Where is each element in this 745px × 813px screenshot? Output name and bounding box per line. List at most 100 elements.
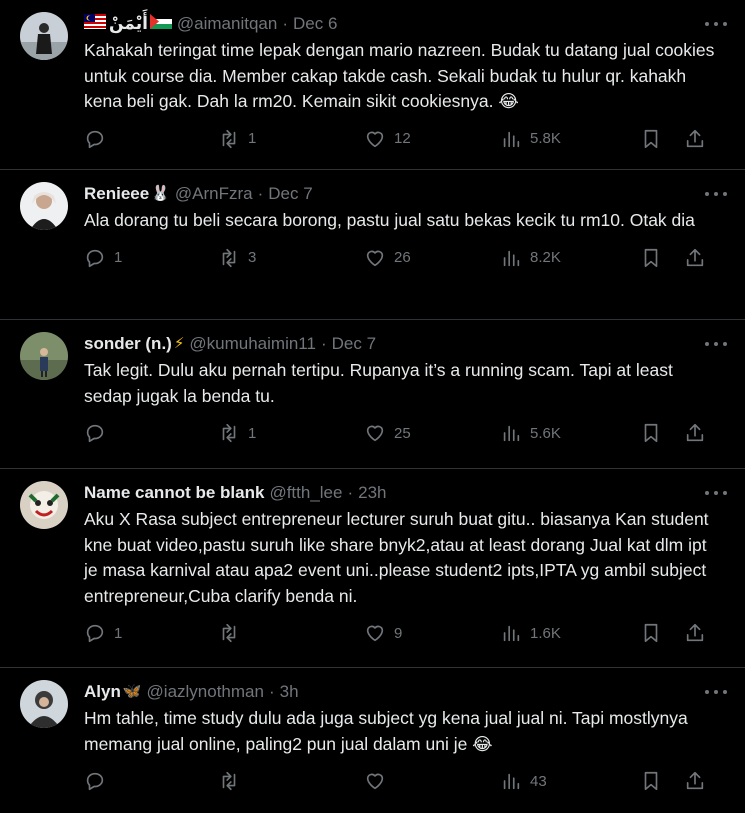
share-button[interactable] [684, 621, 708, 645]
retweet-icon [222, 771, 236, 791]
reply-button[interactable]: 1 [84, 621, 218, 645]
views-button[interactable]: 8.2K [500, 246, 640, 270]
tweet-header: Renieee 🐰 @ArnFzra · Dec 7 [84, 182, 729, 206]
views-button[interactable]: 43 [500, 769, 640, 793]
more-icon[interactable] [705, 684, 727, 700]
like-button[interactable]: 26 [364, 246, 500, 270]
timestamp[interactable]: Dec 7 [268, 182, 312, 206]
tweet-header: Alyn 🦋 @iazlynothman · 3h [84, 680, 729, 704]
action-bar: 1 12 5.8K [84, 121, 729, 165]
retweet-button[interactable]: 1 [218, 421, 364, 445]
share-button[interactable] [684, 127, 708, 151]
display-name[interactable]: أَيْمَنْ [109, 12, 148, 36]
share-icon [686, 771, 704, 790]
share-button[interactable] [684, 421, 708, 445]
tweet[interactable]: Alyn 🦋 @iazlynothman · 3h Hm tahle, time… [0, 668, 745, 813]
bookmark-button[interactable] [640, 621, 684, 645]
views-button[interactable]: 1.6K [500, 621, 640, 645]
reply-count: 1 [114, 249, 123, 266]
bookmark-icon [644, 423, 658, 443]
views-button[interactable]: 5.8K [500, 127, 640, 151]
display-name[interactable]: Name cannot be blank [84, 481, 264, 505]
reply-icon [86, 249, 104, 267]
reply-button[interactable] [84, 769, 218, 793]
views-icon [503, 425, 520, 442]
share-icon [686, 129, 704, 147]
views-icon [503, 250, 520, 266]
bookmark-button[interactable] [640, 127, 684, 151]
share-button[interactable] [684, 246, 708, 270]
tweet-header: أَيْمَنْ @aimanitqan · Dec 6 [84, 12, 729, 36]
retweet-count: 1 [248, 130, 257, 147]
like-button[interactable] [364, 769, 500, 793]
malaysia-flag-icon [84, 12, 106, 36]
retweet-icon [222, 129, 236, 148]
like-icon [366, 425, 384, 442]
name-emoji: 🐰 [151, 185, 170, 202]
retweet-button[interactable] [218, 621, 364, 645]
user-handle[interactable]: @ftth_lee [269, 481, 342, 505]
tweet[interactable]: sonder (n.) ⚡ @kumuhaimin11 · Dec 7 Tak … [0, 320, 745, 469]
retweet-button[interactable] [218, 769, 364, 793]
separator-dot: · [347, 483, 354, 502]
like-count: 9 [394, 624, 403, 642]
bookmark-button[interactable] [640, 246, 684, 270]
more-icon[interactable] [705, 485, 727, 501]
display-name[interactable]: Alyn [84, 680, 121, 704]
retweet-icon [222, 423, 236, 443]
tweet[interactable]: Renieee 🐰 @ArnFzra · Dec 7 Ala dorang tu… [0, 170, 745, 320]
user-handle[interactable]: @iazlynothman [147, 680, 264, 704]
tweet-text: Kahakah teringat time lepak dengan mario… [84, 40, 715, 111]
separator-dot: · [282, 14, 289, 33]
avatar[interactable] [20, 182, 68, 230]
bookmark-button[interactable] [640, 769, 684, 793]
user-handle[interactable]: @ArnFzra [175, 182, 253, 206]
timestamp[interactable]: 23h [358, 481, 386, 505]
tweet-text: Aku X Rasa subject entrepreneur lecturer… [84, 509, 709, 606]
avatar[interactable] [20, 332, 68, 380]
bookmark-icon [644, 623, 658, 643]
retweet-count: 3 [248, 249, 257, 266]
timestamp[interactable]: 3h [280, 680, 299, 704]
view-count: 1.6K [530, 624, 561, 642]
action-bar: 1 3 26 8.2K [84, 240, 729, 284]
bookmark-button[interactable] [640, 421, 684, 445]
avatar[interactable] [20, 680, 68, 728]
display-name[interactable]: sonder (n.) [84, 332, 172, 356]
tweet[interactable]: Name cannot be blank @ftth_lee · 23h Aku… [0, 469, 745, 668]
avatar[interactable] [20, 481, 68, 529]
tweet[interactable]: أَيْمَنْ @aimanitqan · Dec 6 Kahakah ter… [0, 0, 745, 170]
views-button[interactable]: 5.6K [500, 421, 640, 445]
more-icon[interactable] [705, 186, 727, 202]
like-button[interactable]: 25 [364, 421, 500, 445]
timestamp[interactable]: Dec 7 [332, 332, 376, 356]
like-button[interactable]: 9 [364, 621, 500, 645]
reply-count: 1 [114, 624, 123, 642]
display-name[interactable]: Renieee [84, 182, 149, 206]
timestamp[interactable]: Dec 6 [293, 12, 337, 36]
views-icon [503, 625, 520, 642]
share-button[interactable] [684, 769, 708, 793]
reply-button[interactable] [84, 127, 218, 151]
palestine-flag-icon [149, 12, 172, 36]
retweet-icon [222, 248, 236, 267]
action-bar: 1 9 1.6K [84, 615, 729, 659]
more-icon[interactable] [705, 336, 727, 352]
like-icon [366, 625, 384, 642]
reply-button[interactable]: 1 [84, 246, 218, 270]
separator-dot: · [268, 682, 275, 701]
reply-button[interactable] [84, 421, 218, 445]
reply-icon [86, 130, 104, 148]
bookmark-icon [644, 248, 658, 267]
views-icon [503, 773, 520, 790]
views-icon [503, 131, 520, 147]
avatar[interactable] [20, 12, 68, 60]
user-handle[interactable]: @aimanitqan [177, 12, 277, 36]
reply-icon [86, 424, 104, 443]
retweet-button[interactable]: 1 [218, 127, 364, 151]
more-icon[interactable] [705, 16, 727, 32]
retweet-button[interactable]: 3 [218, 246, 364, 270]
user-handle[interactable]: @kumuhaimin11 [189, 332, 316, 356]
bookmark-icon [644, 129, 658, 148]
like-button[interactable]: 12 [364, 127, 500, 151]
